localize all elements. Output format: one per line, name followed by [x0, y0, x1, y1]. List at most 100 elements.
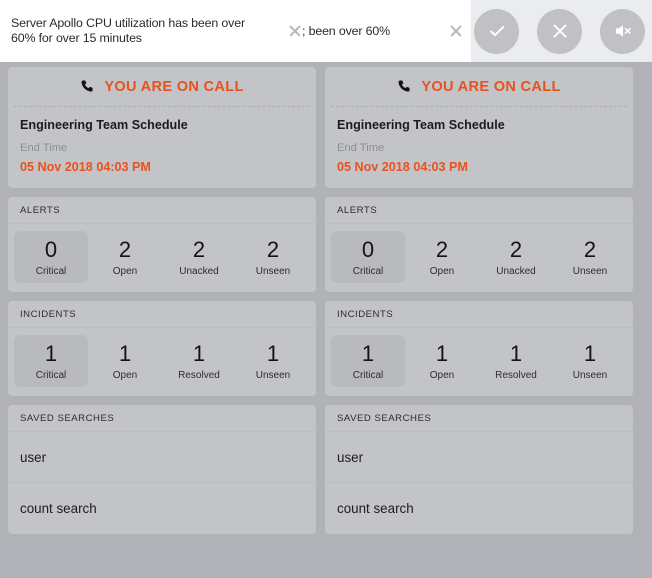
- end-time-label: End Time: [337, 142, 385, 154]
- incidents-card: INCIDENTS 1 Critical 1 Open 1 Resolved 1…: [325, 301, 633, 396]
- stat-value: 1: [266, 341, 280, 366]
- alerts-stats-row: 0 Critical 2 Open 2 Unacked 2 Unseen: [8, 224, 316, 292]
- on-call-card[interactable]: YOU ARE ON CALL Engineering Team Schedul…: [8, 67, 316, 188]
- stat-label: Resolved: [178, 370, 220, 381]
- incidents-heading: INCIDENTS: [8, 301, 316, 328]
- stat-label: Unacked: [496, 266, 536, 277]
- notification-actions: [471, 0, 652, 62]
- toast-stack: Server Apollo CPU utilization has been o…: [0, 0, 471, 62]
- saved-searches-heading: SAVED SEARCHES: [325, 405, 633, 432]
- stat-value: 2: [435, 237, 449, 262]
- saved-search-item[interactable]: count search: [8, 483, 316, 534]
- incidents-stat-resolved[interactable]: 1 Resolved: [479, 335, 553, 387]
- schedule-name: Engineering Team Schedule: [20, 118, 188, 132]
- stat-value: 1: [509, 341, 523, 366]
- saved-search-label: user: [337, 449, 364, 465]
- on-call-header: YOU ARE ON CALL: [8, 67, 316, 106]
- schedule-name: Engineering Team Schedule: [337, 118, 505, 132]
- incidents-stat-unseen[interactable]: 1 Unseen: [236, 335, 310, 387]
- alerts-card: ALERTS 0 Critical 2 Open 2 Unacked 2 Uns…: [8, 197, 316, 292]
- stat-value: 2: [118, 237, 132, 262]
- stat-value: 1: [435, 341, 449, 366]
- alerts-heading: ALERTS: [325, 197, 633, 224]
- alerts-stat-open[interactable]: 2 Open: [88, 231, 162, 283]
- saved-search-item[interactable]: user: [325, 432, 633, 483]
- alerts-stat-unseen[interactable]: 2 Unseen: [553, 231, 627, 283]
- alerts-card: ALERTS 0 Critical 2 Open 2 Unacked 2 Uns…: [325, 197, 633, 292]
- stat-label: Unseen: [572, 370, 608, 381]
- incidents-stat-critical[interactable]: 1 Critical: [331, 335, 405, 387]
- toast-message: ; been over 60%: [302, 23, 390, 38]
- stat-label: Unseen: [572, 266, 608, 277]
- saved-searches-heading: SAVED SEARCHES: [8, 405, 316, 432]
- alerts-stat-unacked[interactable]: 2 Unacked: [479, 231, 553, 283]
- stat-value: 1: [192, 341, 206, 366]
- end-time-value: 05 Nov 2018 04:03 PM: [337, 160, 468, 174]
- stat-label: Critical: [35, 370, 67, 381]
- stat-label: Unacked: [179, 266, 219, 277]
- close-icon: [449, 24, 463, 38]
- on-call-body: Engineering Team Schedule End Time 05 No…: [8, 107, 316, 188]
- incidents-stat-resolved[interactable]: 1 Resolved: [162, 335, 236, 387]
- alerts-stats-row: 0 Critical 2 Open 2 Unacked 2 Unseen: [325, 224, 633, 292]
- dismiss-button[interactable]: [537, 8, 582, 54]
- saved-searches-card: SAVED SEARCHES user count search: [8, 405, 316, 534]
- toast-notification[interactable]: ; been over 60%: [302, 0, 471, 62]
- alerts-stat-open[interactable]: 2 Open: [405, 231, 479, 283]
- incidents-stat-open[interactable]: 1 Open: [88, 335, 162, 387]
- saved-search-item[interactable]: user: [8, 432, 316, 483]
- stat-value: 2: [509, 237, 523, 262]
- close-icon: [552, 24, 567, 38]
- close-icon: [288, 24, 302, 38]
- check-icon: [489, 25, 504, 37]
- alerts-stat-unacked[interactable]: 2 Unacked: [162, 231, 236, 283]
- alerts-heading: ALERTS: [8, 197, 316, 224]
- end-time-label: End Time: [20, 142, 68, 154]
- incidents-card: INCIDENTS 1 Critical 1 Open 1 Resolved 1…: [8, 301, 316, 396]
- on-call-title: YOU ARE ON CALL: [421, 78, 561, 95]
- stat-value: 0: [44, 237, 58, 262]
- panel-right: YOU ARE ON CALL Engineering Team Schedul…: [325, 62, 633, 578]
- toast-message: Server Apollo CPU utilization has been o…: [11, 16, 245, 45]
- incidents-stats-row: 1 Critical 1 Open 1 Resolved 1 Unseen: [325, 328, 633, 396]
- saved-search-item[interactable]: count search: [325, 483, 633, 534]
- saved-search-label: user: [20, 449, 47, 465]
- stat-value: 2: [266, 237, 280, 262]
- on-call-card[interactable]: YOU ARE ON CALL Engineering Team Schedul…: [325, 67, 633, 188]
- saved-search-label: count search: [337, 501, 414, 516]
- stat-label: Critical: [352, 266, 384, 277]
- stat-label: Critical: [352, 370, 384, 381]
- acknowledge-button[interactable]: [474, 8, 519, 54]
- stat-value: 1: [118, 341, 132, 366]
- stat-label: Open: [429, 370, 455, 381]
- alerts-stat-critical[interactable]: 0 Critical: [331, 231, 405, 283]
- on-call-body: Engineering Team Schedule End Time 05 No…: [325, 107, 633, 188]
- stat-value: 1: [583, 341, 597, 366]
- incidents-stat-unseen[interactable]: 1 Unseen: [553, 335, 627, 387]
- end-time-value: 05 Nov 2018 04:03 PM: [20, 160, 151, 174]
- stat-value: 2: [192, 237, 206, 262]
- alerts-stat-unseen[interactable]: 2 Unseen: [236, 231, 310, 283]
- toast-close-button[interactable]: [441, 0, 471, 62]
- on-call-title: YOU ARE ON CALL: [104, 78, 244, 95]
- mute-button[interactable]: [600, 8, 645, 54]
- panel-left: YOU ARE ON CALL Engineering Team Schedul…: [8, 62, 316, 578]
- stat-label: Unseen: [255, 370, 291, 381]
- alerts-stat-critical[interactable]: 0 Critical: [14, 231, 88, 283]
- stat-value: 2: [583, 237, 597, 262]
- incidents-stat-open[interactable]: 1 Open: [405, 335, 479, 387]
- phone-icon: [81, 80, 93, 92]
- saved-searches-card: SAVED SEARCHES user count search: [325, 405, 633, 534]
- stat-value: 0: [361, 237, 375, 262]
- on-call-header: YOU ARE ON CALL: [325, 67, 633, 106]
- panel-container: YOU ARE ON CALL Engineering Team Schedul…: [0, 62, 652, 578]
- stat-value: 1: [44, 341, 58, 366]
- stat-label: Critical: [35, 266, 67, 277]
- stat-label: Open: [112, 370, 138, 381]
- incidents-stat-critical[interactable]: 1 Critical: [14, 335, 88, 387]
- stat-label: Resolved: [495, 370, 537, 381]
- stat-value: 1: [361, 341, 375, 366]
- saved-search-label: count search: [20, 501, 97, 516]
- toast-notification[interactable]: Server Apollo CPU utilization has been o…: [0, 0, 310, 62]
- incidents-heading: INCIDENTS: [325, 301, 633, 328]
